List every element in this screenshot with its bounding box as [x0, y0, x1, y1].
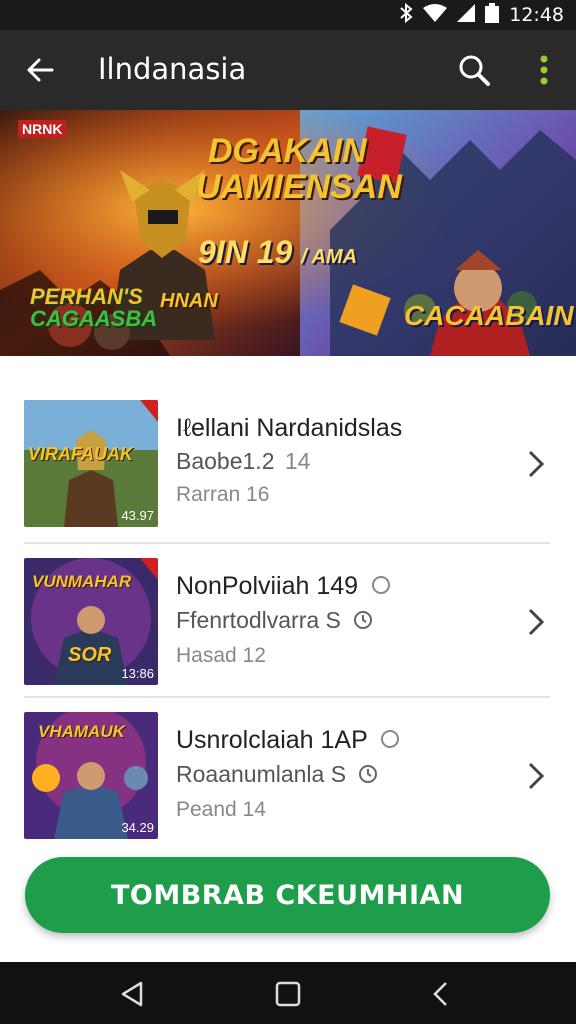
overflow-menu-button[interactable] [524, 50, 564, 90]
promo-banner[interactable]: NRNK DGAKAIN UAMIENSAN 9IN 19 / AMA PERH… [0, 110, 576, 356]
coin-icon [380, 725, 400, 757]
back-arrow-icon [27, 58, 54, 82]
more-vert-icon [540, 55, 548, 85]
item-meta: Rarran 16 [176, 483, 270, 506]
item-title-text: NonPolviiah 149 [176, 572, 359, 600]
primary-action-button[interactable]: TOMBRAB CKEUMHIAN [25, 857, 550, 933]
item-title-text: Usnrolclaiah 1AP [176, 726, 368, 754]
item-subtitle: Ffenrtodlvarra S [176, 603, 506, 639]
item-subtitle: Baobe1.2 14 [176, 444, 506, 478]
item-subtitle-text: Ffenrtodlvarra S [176, 607, 341, 634]
thumbnail-corner-label: 13:86 [121, 666, 154, 681]
search-button[interactable] [454, 50, 494, 90]
battery-icon [485, 2, 500, 28]
item-meta: Peand 14 [176, 798, 266, 822]
status-time: 12:48 [509, 4, 564, 26]
nav-home-button[interactable] [268, 974, 308, 1014]
page-title: Ilndanasia [98, 52, 247, 86]
nav-back-button[interactable] [112, 974, 152, 1014]
chevron-right-icon [522, 602, 550, 642]
thumbnail-title: VIRAFAUAK [28, 444, 134, 464]
item-title: NonPolviiah 149 [176, 570, 506, 603]
clock-icon [358, 759, 378, 793]
banner-headline-2: UAMIENSAN [196, 168, 402, 206]
item-title: Iℓellani Nardanidslas [176, 414, 403, 442]
banner-date-main: 9IN 19 [198, 234, 293, 270]
banner-left-badge-line-1: PERHAN'S [30, 284, 143, 309]
banner-corner-tag: NRNK [18, 120, 67, 138]
banner-center-badge: HNAN [160, 290, 218, 312]
chevron-right-icon [522, 444, 550, 484]
wifi-icon [423, 3, 448, 27]
item-subtitle-text: Roaanumlanla S [176, 761, 347, 788]
game-thumbnail: VIRAFAUAK 43.97 [24, 400, 158, 527]
app-bar: Ilndanasia [0, 30, 576, 110]
list-item[interactable]: VHAMAUK 34.29 Usnrolclaiah 1AP Roaanumla… [24, 712, 550, 842]
item-text: Usnrolclaiah 1AP Roaanumlanla S Peand 14 [176, 724, 506, 827]
list-item[interactable]: VIRAFAUAK 43.97 Iℓellani Nardanidslas Ba… [24, 400, 550, 530]
item-text: NonPolviiah 149 Ffenrtodlvarra S Hasad 1… [176, 570, 506, 673]
thumbnail-title: VUNMAHAR [32, 572, 132, 591]
nav-home-square-icon [275, 981, 301, 1007]
item-title: Usnrolclaiah 1AP [176, 724, 506, 757]
list-divider [24, 542, 550, 544]
status-bar: 12:48 [0, 0, 576, 30]
thumbnail-corner-label: 43.97 [121, 508, 154, 523]
item-subtitle: Roaanumlanla S [176, 757, 506, 793]
search-icon [459, 55, 490, 86]
nav-recent-button[interactable] [420, 974, 460, 1014]
nav-back-triangle-icon [121, 981, 143, 1007]
banner-date: 9IN 19 / AMA [198, 234, 357, 271]
coin-icon [371, 571, 391, 603]
system-nav-bar [0, 962, 576, 1024]
game-thumbnail: VUNMAHAR SOR 13:86 [24, 558, 158, 685]
thumbnail-title: VHAMAUK [38, 722, 125, 741]
back-button[interactable] [20, 50, 60, 90]
nav-recent-chevron-icon [433, 982, 447, 1006]
banner-left-badge: PERHAN'S CAGAASBA [30, 286, 157, 330]
banner-date-suffix: / AMA [301, 246, 358, 268]
item-subtitle-text: Baobe1.2 [176, 448, 275, 474]
banner-right-badge: CACAABAIN [404, 300, 574, 331]
signal-icon [457, 3, 476, 27]
list-item[interactable]: VUNMAHAR SOR 13:86 NonPolviiah 149 Ffenr… [24, 558, 550, 688]
bluetooth-icon [399, 2, 413, 28]
banner-headline-1: DGAKAIN [208, 132, 367, 170]
item-subtitle-suffix: 14 [284, 448, 311, 474]
list-divider [24, 696, 550, 698]
status-icons: 12:48 [399, 2, 564, 28]
item-meta: Hasad 12 [176, 644, 266, 668]
game-thumbnail: VHAMAUK 34.29 [24, 712, 158, 839]
banner-left-badge-line-2: CAGAASBA [30, 306, 158, 331]
thumbnail-badge: SOR [68, 644, 112, 666]
chevron-right-icon [522, 756, 550, 796]
item-text: Iℓellani Nardanidslas Baobe1.2 14 Rarran… [176, 412, 506, 512]
clock-icon [353, 605, 373, 639]
thumbnail-corner-label: 34.29 [121, 820, 154, 835]
